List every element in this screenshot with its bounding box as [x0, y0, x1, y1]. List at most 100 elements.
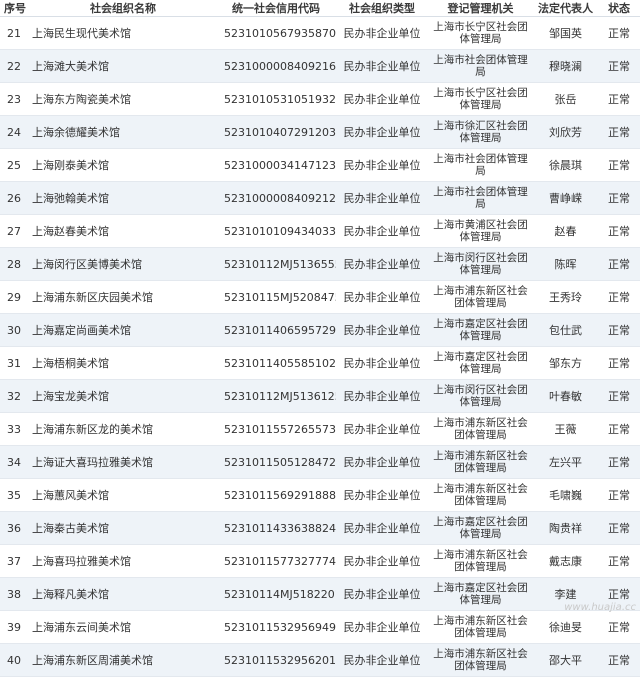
table-row: 33上海浦东新区龙的美术馆52310115572655731M民办非企业单位上海… — [0, 412, 640, 446]
table-row: 29上海浦东新区庆园美术馆52310115MJ5208475Q民办非企业单位上海… — [0, 280, 640, 314]
table-row: 23上海东方陶瓷美术馆52310105310519326R民办非企业单位上海市长… — [0, 82, 640, 116]
cell-name: 上海证大喜玛拉雅美术馆 — [30, 445, 216, 479]
cell-name: 上海嘉定尚画美术馆 — [30, 313, 216, 347]
cell-status: 正常 — [598, 16, 640, 50]
cell-rep: 左兴平 — [533, 445, 598, 479]
cell-code: 52310114065957292 — [216, 313, 336, 347]
cell-status: 正常 — [598, 379, 640, 413]
table-row: 40上海浦东新区周浦美术馆52310115329562017B民办非企业单位上海… — [0, 643, 640, 677]
table-row: 31上海梧桐美术馆52310114055851021C民办非企业单位上海市嘉定区… — [0, 346, 640, 380]
table-row: 37上海喜玛拉雅美术馆52310115773277749O民办非企业单位上海市浦… — [0, 544, 640, 578]
table-row: 21上海民生现代美术馆52310105679358702T民办非企业单位上海市长… — [0, 16, 640, 50]
cell-name: 上海余德耀美术馆 — [30, 115, 216, 149]
cell-type: 民办非企业单位 — [336, 577, 428, 611]
cell-authority: 上海市徐汇区社会团体管理局 — [428, 115, 533, 149]
cell-seq: 31 — [0, 346, 30, 380]
cell-type: 民办非企业单位 — [336, 49, 428, 83]
cell-name: 上海赵春美术馆 — [30, 214, 216, 248]
cell-authority: 上海市浦东新区社会团体管理局 — [428, 412, 533, 446]
cell-status: 正常 — [598, 148, 640, 182]
cell-authority: 上海市黄浦区社会团体管理局 — [428, 214, 533, 248]
cell-code: 52310000341471230K — [216, 148, 336, 182]
cell-type: 民办非企业单位 — [336, 412, 428, 446]
cell-status: 正常 — [598, 115, 640, 149]
table-row: 27 上海赵春美术馆 52310101094340339J 民办非企业单位 上海市黄浦区… — [0, 214, 640, 248]
header-rep: 法定代表人 — [533, 0, 598, 17]
cell-rep: 徐迪旻 — [533, 610, 598, 644]
cell-status: 正常 — [598, 280, 640, 314]
cell-name: 上海刚泰美术馆 — [30, 148, 216, 182]
cell-seq: 25 — [0, 148, 30, 182]
cell-code: 52310115051284728W — [216, 445, 336, 479]
table-row: 25上海刚泰美术馆52310000341471230K民办非企业单位上海市社会团… — [0, 148, 640, 182]
table-row: 22上海滩大美术馆52310000084092167U民办非企业单位上海市社会团… — [0, 49, 640, 83]
cell-type: 民办非企业单位 — [336, 181, 428, 215]
cell-seq: 30 — [0, 313, 30, 347]
cell-authority: 上海市闵行区社会团体管理局 — [428, 379, 533, 413]
cell-status: 正常 — [598, 82, 640, 116]
header-status: 状态 — [598, 0, 640, 17]
cell-seq: 24 — [0, 115, 30, 149]
cell-authority: 上海市社会团体管理局 — [428, 148, 533, 182]
cell-authority: 上海市闵行区社会团体管理局 — [428, 247, 533, 281]
cell-name: 上海宝龙美术馆 — [30, 379, 216, 413]
cell-seq: 28 — [0, 247, 30, 281]
cell-rep: 叶春敏 — [533, 379, 598, 413]
cell-type: 民办非企业单位 — [336, 511, 428, 545]
cell-name: 上海喜玛拉雅美术馆 — [30, 544, 216, 578]
cell-name: 上海滩大美术馆 — [30, 49, 216, 83]
table-row: 34上海证大喜玛拉雅美术馆52310115051284728W民办非企业单位上海… — [0, 445, 640, 479]
cell-seq: 33 — [0, 412, 30, 446]
cell-code: 52310112MJ5136125D — [216, 379, 336, 413]
cell-type: 民办非企业单位 — [336, 346, 428, 380]
header-authority: 登记管理机关 — [428, 0, 533, 17]
cell-seq: 37 — [0, 544, 30, 578]
cell-code: 52310000084092124E — [216, 181, 336, 215]
cell-name: 上海释凡美术馆 — [30, 577, 216, 611]
cell-status: 正常 — [598, 247, 640, 281]
cell-name: 上海浦东新区龙的美术馆 — [30, 412, 216, 446]
cell-type: 民办非企业单位 — [336, 313, 428, 347]
cell-code: 52310000084092167U — [216, 49, 336, 83]
cell-seq: 21 — [0, 16, 30, 50]
cell-code: 52310115692918882H — [216, 478, 336, 512]
cell-rep: 刘欣芳 — [533, 115, 598, 149]
cell-rep: 曹峥嵘 — [533, 181, 598, 215]
cell-seq: 22 — [0, 49, 30, 83]
cell-authority: 上海市浦东新区社会团体管理局 — [428, 544, 533, 578]
cell-type: 民办非企业单位 — [336, 280, 428, 314]
cell-authority: 上海市长宁区社会团体管理局 — [428, 16, 533, 50]
cell-status: 正常 — [598, 544, 640, 578]
cell-authority: 上海市嘉定区社会团体管理局 — [428, 577, 533, 611]
table-row: 26上海弛翰美术馆52310000084092124E民办非企业单位上海市社会团… — [0, 181, 640, 215]
table-row: 36上海秦古美术馆52310114336388248G民办非企业单位上海市嘉定区… — [0, 511, 640, 545]
table-body: 21上海民生现代美术馆52310105679358702T民办非企业单位上海市长… — [0, 16, 640, 677]
cell-code: 52310115329562017B — [216, 643, 336, 677]
cell-type: 民办非企业单位 — [336, 478, 428, 512]
cell-type: 民办非企业单位 — [336, 544, 428, 578]
cell-status: 正常 — [598, 346, 640, 380]
cell-rep: 陈晖 — [533, 247, 598, 281]
table-row: 24上海余德耀美术馆52310104072912033G民办非企业单位上海市徐汇… — [0, 115, 640, 149]
table-row: 28上海闵行区美博美术馆52310112MJ51365557民办非企业单位上海市… — [0, 247, 640, 281]
cell-rep: 包仕武 — [533, 313, 598, 347]
cell-rep: 毛啸巍 — [533, 478, 598, 512]
cell-code: 52310112MJ51365557 — [216, 247, 336, 281]
cell-code: 52310114055851021C — [216, 346, 336, 380]
cell-name: 上海民生现代美术馆 — [30, 16, 216, 50]
cell-code: 52310115773277749O — [216, 544, 336, 578]
cell-authority: 上海市嘉定区社会团体管理局 — [428, 511, 533, 545]
cell-status: 正常 — [598, 511, 640, 545]
cell-type: 民办非企业单位 — [336, 445, 428, 479]
cell-authority: 上海市浦东新区社会团体管理局 — [428, 610, 533, 644]
cell-code: 52310115572655731M — [216, 412, 336, 446]
cell-code: 52310101094340339J — [216, 214, 336, 248]
cell-seq: 34 — [0, 445, 30, 479]
cell-status: 正常 — [598, 313, 640, 347]
cell-type: 民办非企业单位 — [336, 247, 428, 281]
cell-rep: 穆晓澜 — [533, 49, 598, 83]
cell-type: 民办非企业单位 — [336, 214, 428, 248]
cell-authority: 上海市长宁区社会团体管理局 — [428, 82, 533, 116]
cell-name: 上海东方陶瓷美术馆 — [30, 82, 216, 116]
watermark: www.huajia.cc — [564, 602, 636, 613]
